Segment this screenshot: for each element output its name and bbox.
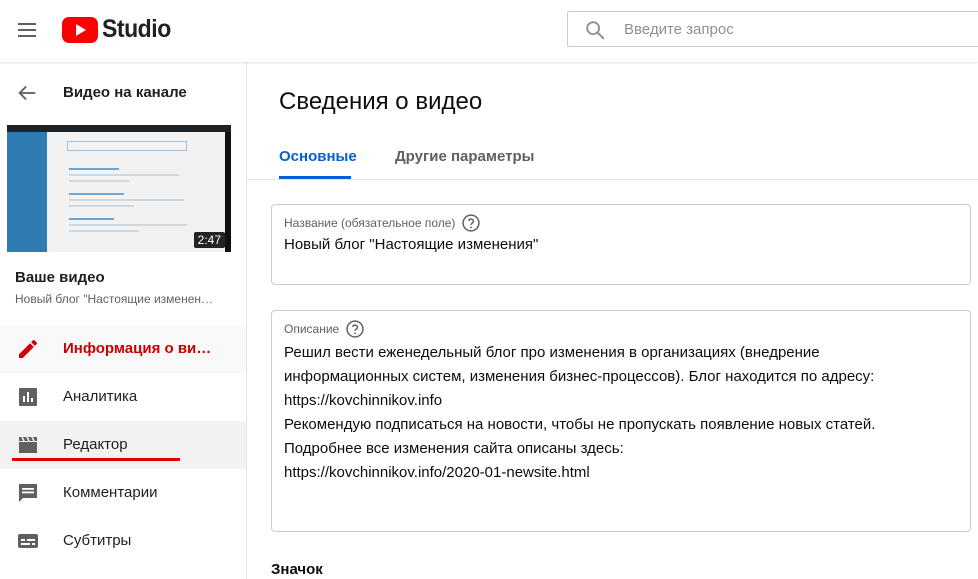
description-line: Решил вести еженедельный блог про измене… <box>284 344 820 361</box>
description-textarea[interactable]: Решил вести еженедельный блог про измене… <box>284 341 875 485</box>
sidebar-item-label: Комментарии <box>63 484 158 501</box>
thumbnail-line <box>69 218 114 220</box>
sidebar-item-label: Аналитика <box>63 388 138 405</box>
title-field-label-row: Название (обязательное поле) <box>284 213 481 233</box>
title-field-label: Название (обязательное поле) <box>284 216 456 230</box>
thumbnail-line <box>69 168 119 170</box>
youtube-studio-logo[interactable]: Studio <box>62 15 177 44</box>
thumbnail-line <box>69 180 129 182</box>
thumbnail-line <box>69 199 184 201</box>
subtitles-icon <box>18 534 38 548</box>
sidebar-item-editor[interactable]: Редактор <box>0 421 246 469</box>
sidebar-item-label: Информация о ви… <box>63 340 212 357</box>
description-line: Подробнее все изменения сайта описаны зд… <box>284 440 624 457</box>
hamburger-menu-icon[interactable] <box>14 17 40 43</box>
top-bar: Studio <box>0 0 978 62</box>
clapperboard-icon <box>19 436 37 453</box>
thumbnail-line <box>69 205 134 207</box>
sidebar-item-subtitles[interactable]: Субтитры <box>0 517 246 565</box>
thumbnail-line <box>69 224 187 226</box>
video-duration-badge: 2:47 <box>193 232 225 248</box>
sidebar-item-label: Редактор <box>63 436 128 453</box>
page-title: Сведения о видео <box>279 88 483 115</box>
description-line: информационных систем, изменения бизнес-… <box>284 368 875 385</box>
thumbnail-section-heading: Значок <box>271 561 323 578</box>
sidebar: Видео на канале 2:47 Ваше видео Новый бл… <box>0 62 247 579</box>
title-field[interactable]: Название (обязательное поле) Новый блог … <box>271 204 971 285</box>
help-icon[interactable] <box>345 319 365 339</box>
thumbnail-heading-box <box>67 141 187 151</box>
thumbnail-browser-bar <box>7 125 231 132</box>
comment-icon <box>19 484 37 502</box>
title-input[interactable]: Новый блог "Настоящие изменения" <box>284 236 538 253</box>
editor-highlight-underline <box>12 458 180 461</box>
sidebar-nav: Информация о ви… Аналитика Редактор Комм… <box>0 325 246 565</box>
description-field-label: Описание <box>284 322 340 336</box>
video-title-subtitle: Новый блог "Настоящие изменен… <box>15 292 214 306</box>
youtube-play-icon <box>62 16 98 43</box>
arrow-back-icon[interactable] <box>16 82 38 104</box>
description-field-label-row: Описание <box>284 319 365 339</box>
logo-text: Studio <box>102 15 171 43</box>
tab-other-settings[interactable]: Другие параметры <box>395 148 534 165</box>
search-icon[interactable] <box>584 19 606 41</box>
search-box[interactable] <box>567 11 978 47</box>
thumbnail-sidebar <box>7 132 47 252</box>
tab-basic[interactable]: Основные <box>279 148 357 165</box>
thumbnail-line <box>69 174 179 176</box>
active-tab-indicator <box>279 176 351 179</box>
video-thumbnail[interactable]: 2:47 <box>7 125 231 252</box>
sidebar-item-label: Субтитры <box>63 532 132 549</box>
your-video-label: Ваше видео <box>15 269 105 286</box>
analytics-icon <box>19 388 37 406</box>
back-to-channel-videos[interactable]: Видео на канале <box>0 74 246 112</box>
back-label: Видео на канале <box>63 84 187 101</box>
tab-bar: Основные Другие параметры <box>247 142 978 180</box>
sidebar-item-details[interactable]: Информация о ви… <box>0 325 246 373</box>
search-input[interactable] <box>624 12 964 46</box>
thumbnail-scrollbar <box>225 132 231 252</box>
sidebar-item-analytics[interactable]: Аналитика <box>0 373 246 421</box>
help-icon[interactable] <box>461 213 481 233</box>
sidebar-item-comments[interactable]: Комментарии <box>0 469 246 517</box>
description-line: https://kovchinnikov.info <box>284 392 443 409</box>
description-field[interactable]: Описание Решил вести еженедельный блог п… <box>271 310 971 532</box>
thumbnail-line <box>69 193 124 195</box>
description-line: https://kovchinnikov.info/2020-01-newsit… <box>284 464 590 481</box>
pencil-icon <box>19 339 38 358</box>
thumbnail-line <box>69 230 139 232</box>
main-content: Сведения о видео Основные Другие парамет… <box>247 62 978 579</box>
description-line: Рекомендую подписаться на новости, чтобы… <box>284 416 876 433</box>
